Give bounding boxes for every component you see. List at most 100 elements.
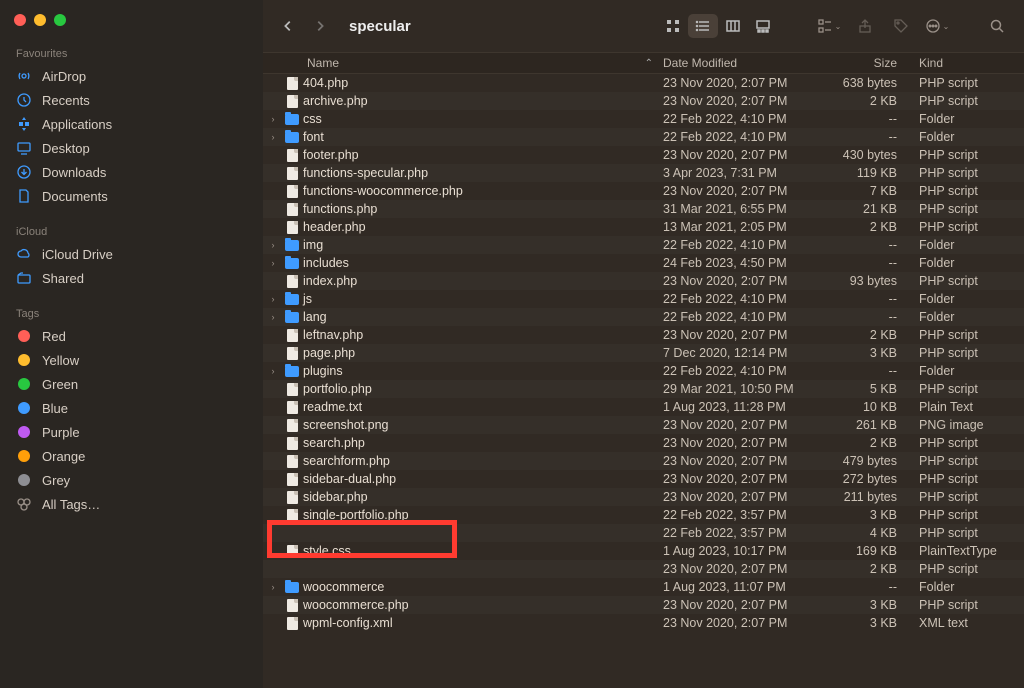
column-kind[interactable]: Kind bbox=[913, 56, 1024, 70]
sidebar-item-downloads[interactable]: Downloads bbox=[0, 160, 263, 184]
file-name: functions-specular.php bbox=[301, 166, 663, 180]
disclosure-icon[interactable]: › bbox=[263, 114, 283, 124]
file-name: searchform.php bbox=[301, 454, 663, 468]
file-row[interactable]: woocommerce.php23 Nov 2020, 2:07 PM3 KBP… bbox=[263, 596, 1024, 614]
column-view-button[interactable] bbox=[718, 14, 748, 38]
close-button[interactable] bbox=[14, 14, 26, 26]
sidebar-item-applications[interactable]: Applications bbox=[0, 112, 263, 136]
file-row[interactable]: readme.txt1 Aug 2023, 11:28 PM10 KBPlain… bbox=[263, 398, 1024, 416]
zoom-button[interactable] bbox=[54, 14, 66, 26]
file-kind: PHP script bbox=[913, 220, 1024, 234]
forward-button[interactable] bbox=[309, 15, 331, 37]
file-size: 479 bytes bbox=[823, 454, 913, 468]
file-row[interactable]: index.php23 Nov 2020, 2:07 PM93 bytesPHP… bbox=[263, 272, 1024, 290]
file-row[interactable]: search.php23 Nov 2020, 2:07 PM2 KBPHP sc… bbox=[263, 434, 1024, 452]
sidebar-item-shared[interactable]: Shared bbox=[0, 266, 263, 290]
file-row[interactable]: functions.php31 Mar 2021, 6:55 PM21 KBPH… bbox=[263, 200, 1024, 218]
disclosure-icon[interactable]: › bbox=[263, 294, 283, 304]
file-row[interactable]: footer.php23 Nov 2020, 2:07 PM430 bytesP… bbox=[263, 146, 1024, 164]
file-row[interactable]: archive.php23 Nov 2020, 2:07 PM2 KBPHP s… bbox=[263, 92, 1024, 110]
sidebar-item-all-tags-[interactable]: All Tags… bbox=[0, 492, 263, 516]
disclosure-icon[interactable]: › bbox=[263, 132, 283, 142]
file-date: 23 Nov 2020, 2:07 PM bbox=[663, 562, 823, 576]
disclosure-icon[interactable]: › bbox=[263, 582, 283, 592]
file-kind: PHP script bbox=[913, 274, 1024, 288]
sidebar-item-grey[interactable]: Grey bbox=[0, 468, 263, 492]
sidebar-item-icloud-drive[interactable]: iCloud Drive bbox=[0, 242, 263, 266]
file-row[interactable]: screenshot.png23 Nov 2020, 2:07 PM261 KB… bbox=[263, 416, 1024, 434]
sidebar-item-documents[interactable]: Documents bbox=[0, 184, 263, 208]
file-date: 23 Nov 2020, 2:07 PM bbox=[663, 94, 823, 108]
minimize-button[interactable] bbox=[34, 14, 46, 26]
sidebar-item-recents[interactable]: Recents bbox=[0, 88, 263, 112]
sidebar-item-green[interactable]: Green bbox=[0, 372, 263, 396]
file-row[interactable]: ›includes24 Feb 2023, 4:50 PM--Folder bbox=[263, 254, 1024, 272]
column-size[interactable]: Size bbox=[823, 56, 913, 70]
file-kind: Plain Text bbox=[913, 400, 1024, 414]
file-size: -- bbox=[823, 310, 913, 324]
sidebar-item-label: Green bbox=[42, 377, 78, 392]
file-row[interactable]: portfolio.php29 Mar 2021, 10:50 PM5 KBPH… bbox=[263, 380, 1024, 398]
sidebar-item-purple[interactable]: Purple bbox=[0, 420, 263, 444]
sidebar-item-yellow[interactable]: Yellow bbox=[0, 348, 263, 372]
column-date[interactable]: Date Modified bbox=[663, 56, 823, 70]
group-button[interactable]: ⌄ bbox=[816, 14, 842, 38]
file-row[interactable]: functions-woocommerce.php23 Nov 2020, 2:… bbox=[263, 182, 1024, 200]
file-row[interactable]: sidebar.php23 Nov 2020, 2:07 PM211 bytes… bbox=[263, 488, 1024, 506]
file-row[interactable]: ›img22 Feb 2022, 4:10 PM--Folder bbox=[263, 236, 1024, 254]
file-row[interactable]: 404.php23 Nov 2020, 2:07 PM638 bytesPHP … bbox=[263, 74, 1024, 92]
list-view-button[interactable] bbox=[688, 14, 718, 38]
file-row[interactable]: sidebar-dual.php23 Nov 2020, 2:07 PM272 … bbox=[263, 470, 1024, 488]
file-row[interactable]: ›lang22 Feb 2022, 4:10 PM--Folder bbox=[263, 308, 1024, 326]
file-row[interactable]: functions-specular.php3 Apr 2023, 7:31 P… bbox=[263, 164, 1024, 182]
file-row[interactable]: leftnav.php23 Nov 2020, 2:07 PM2 KBPHP s… bbox=[263, 326, 1024, 344]
file-row[interactable]: page.php7 Dec 2020, 12:14 PM3 KBPHP scri… bbox=[263, 344, 1024, 362]
share-button[interactable] bbox=[852, 14, 878, 38]
back-button[interactable] bbox=[277, 15, 299, 37]
shared-icon bbox=[16, 270, 32, 286]
file-name: css bbox=[301, 112, 663, 126]
file-kind: PHP script bbox=[913, 472, 1024, 486]
tag-button[interactable] bbox=[888, 14, 914, 38]
file-row[interactable]: 22 Feb 2022, 3:57 PM4 KBPHP script bbox=[263, 524, 1024, 542]
file-row[interactable]: ›font22 Feb 2022, 4:10 PM--Folder bbox=[263, 128, 1024, 146]
disclosure-icon[interactable]: › bbox=[263, 240, 283, 250]
disclosure-icon[interactable]: › bbox=[263, 312, 283, 322]
file-date: 22 Feb 2022, 3:57 PM bbox=[663, 526, 823, 540]
sidebar-item-label: All Tags… bbox=[42, 497, 100, 512]
file-row[interactable]: searchform.php23 Nov 2020, 2:07 PM479 by… bbox=[263, 452, 1024, 470]
sidebar-item-blue[interactable]: Blue bbox=[0, 396, 263, 420]
file-name: single-portfolio.php bbox=[301, 508, 663, 522]
file-row[interactable]: single-portfolio.php22 Feb 2022, 3:57 PM… bbox=[263, 506, 1024, 524]
folder-icon bbox=[283, 366, 301, 377]
disclosure-icon[interactable]: › bbox=[263, 258, 283, 268]
file-size: 21 KB bbox=[823, 202, 913, 216]
file-row[interactable]: ›css22 Feb 2022, 4:10 PM--Folder bbox=[263, 110, 1024, 128]
sidebar-item-red[interactable]: Red bbox=[0, 324, 263, 348]
search-button[interactable] bbox=[984, 14, 1010, 38]
file-row[interactable]: ›plugins22 Feb 2022, 4:10 PM--Folder bbox=[263, 362, 1024, 380]
column-name[interactable]: Name⌃ bbox=[263, 56, 663, 70]
sidebar-item-label: Orange bbox=[42, 449, 85, 464]
file-size: -- bbox=[823, 130, 913, 144]
file-row[interactable]: wpml-config.xml23 Nov 2020, 2:07 PM3 KBX… bbox=[263, 614, 1024, 632]
file-date: 23 Nov 2020, 2:07 PM bbox=[663, 418, 823, 432]
file-date: 23 Nov 2020, 2:07 PM bbox=[663, 472, 823, 486]
sidebar-item-orange[interactable]: Orange bbox=[0, 444, 263, 468]
gallery-view-button[interactable] bbox=[748, 14, 778, 38]
file-kind: PHP script bbox=[913, 562, 1024, 576]
disclosure-icon[interactable]: › bbox=[263, 366, 283, 376]
file-row[interactable]: header.php13 Mar 2021, 2:05 PM2 KBPHP sc… bbox=[263, 218, 1024, 236]
file-date: 22 Feb 2022, 4:10 PM bbox=[663, 310, 823, 324]
icon-view-button[interactable] bbox=[658, 14, 688, 38]
sidebar-item-airdrop[interactable]: AirDrop bbox=[0, 64, 263, 88]
file-row[interactable]: 23 Nov 2020, 2:07 PM2 KBPHP script bbox=[263, 560, 1024, 578]
file-row[interactable]: style.css1 Aug 2023, 10:17 PM169 KBPlain… bbox=[263, 542, 1024, 560]
file-list[interactable]: 404.php23 Nov 2020, 2:07 PM638 bytesPHP … bbox=[263, 74, 1024, 688]
action-button[interactable]: ⌄ bbox=[924, 14, 950, 38]
file-date: 23 Nov 2020, 2:07 PM bbox=[663, 184, 823, 198]
file-row[interactable]: ›woocommerce1 Aug 2023, 11:07 PM--Folder bbox=[263, 578, 1024, 596]
file-kind: PHP script bbox=[913, 148, 1024, 162]
file-row[interactable]: ›js22 Feb 2022, 4:10 PM--Folder bbox=[263, 290, 1024, 308]
sidebar-item-desktop[interactable]: Desktop bbox=[0, 136, 263, 160]
